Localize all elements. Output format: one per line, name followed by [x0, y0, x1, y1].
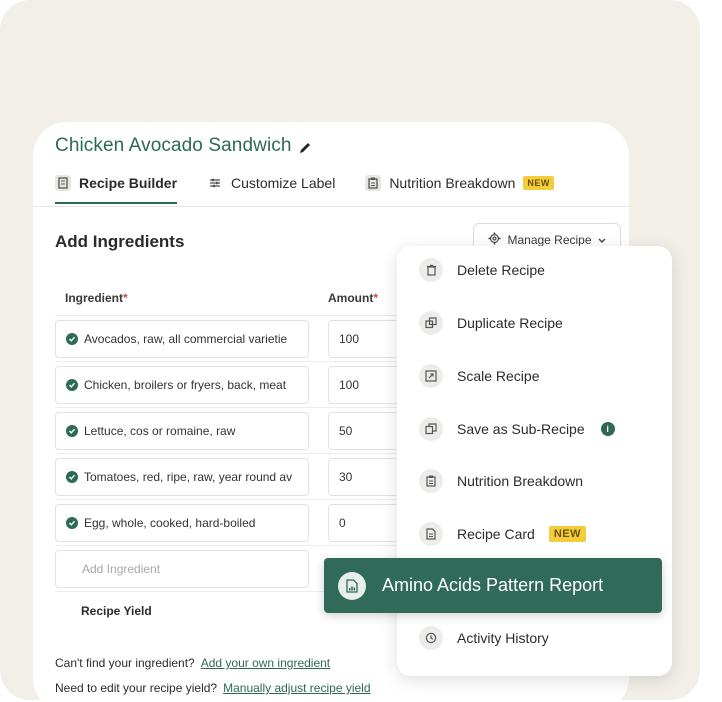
duplicate-icon	[419, 311, 443, 335]
manage-recipe-label: Manage Recipe	[507, 233, 592, 247]
ingredient-column-header: Ingredient*	[65, 291, 128, 305]
ingredient-field[interactable]: Lettuce, cos or romaine, raw	[55, 412, 309, 450]
clipboard-icon	[419, 469, 443, 493]
menu-item-label: Duplicate Recipe	[457, 315, 563, 331]
check-circle-icon	[66, 471, 78, 483]
pencil-icon[interactable]	[298, 139, 312, 153]
tab-bar: Recipe Builder Customize Label Nutrition…	[55, 168, 629, 204]
menu-item-label: Save as Sub-Recipe	[457, 421, 585, 437]
ingredient-name: Egg, whole, cooked, hard-boiled	[84, 516, 256, 530]
recipe-builder-icon	[55, 175, 71, 191]
amount-field[interactable]: 30	[328, 458, 408, 496]
tab-label: Nutrition Breakdown	[389, 175, 516, 191]
check-circle-icon	[66, 517, 78, 529]
amino-acids-report-label: Amino Acids Pattern Report	[382, 575, 604, 595]
ingredient-field[interactable]: Avocados, raw, all commercial varietie	[55, 320, 309, 358]
amount-header-label: Amount	[328, 291, 374, 305]
ingredient-header-label: Ingredient	[65, 291, 124, 305]
menu-item-duplicate-recipe[interactable]: Duplicate Recipe	[419, 309, 563, 337]
menu-item-nutrition-breakdown[interactable]: Nutrition Breakdown	[419, 467, 583, 495]
sliders-icon	[207, 175, 223, 191]
ingredient-name: Avocados, raw, all commercial varietie	[84, 332, 288, 346]
ingredient-name: Lettuce, cos or romaine, raw	[84, 424, 236, 438]
tab-customize-label[interactable]: Customize Label	[207, 168, 335, 198]
tabs-divider	[33, 206, 629, 207]
amount-field[interactable]: 100	[328, 320, 408, 358]
add-own-ingredient-link[interactable]: Add your own ingredient	[201, 656, 330, 670]
scale-icon	[419, 364, 443, 388]
help-find-text: Can't find your ingredient?	[55, 656, 195, 670]
help-find-ingredient: Can't find your ingredient? Add your own …	[55, 656, 330, 670]
ingredient-name: Tomatoes, red, ripe, raw, year round av	[84, 470, 293, 484]
check-circle-icon	[66, 333, 78, 345]
tab-label: Customize Label	[231, 175, 336, 191]
menu-item-scale-recipe[interactable]: Scale Recipe	[419, 362, 540, 390]
check-circle-icon	[66, 425, 78, 437]
recipe-yield-label: Recipe Yield	[81, 604, 152, 618]
menu-item-label: Activity History	[457, 630, 549, 646]
ingredient-field[interactable]: Tomatoes, red, ripe, raw, year round av	[55, 458, 309, 496]
info-icon[interactable]: i	[600, 422, 615, 436]
menu-item-label: Scale Recipe	[457, 368, 540, 384]
recipe-card-icon	[419, 522, 443, 546]
required-mark: *	[373, 291, 378, 305]
amount-column-header: Amount*	[328, 291, 378, 305]
required-mark: *	[123, 291, 128, 305]
history-icon	[419, 626, 443, 650]
add-ingredient-input[interactable]: Add Ingredient	[55, 550, 309, 588]
menu-item-save-as-sub-recipe[interactable]: Save as Sub-Recipe i	[419, 415, 615, 443]
amino-acids-report-button[interactable]: Amino Acids Pattern Report	[324, 558, 662, 613]
recipe-title: Chicken Avocado Sandwich	[55, 135, 312, 157]
report-icon	[338, 571, 366, 600]
copy-icon	[419, 417, 443, 441]
adjust-yield-link[interactable]: Manually adjust recipe yield	[223, 681, 370, 695]
amount-field[interactable]: 50	[328, 412, 408, 450]
amount-field[interactable]: 100	[328, 366, 408, 404]
check-circle-icon	[66, 379, 78, 391]
ingredient-field[interactable]: Chicken, broilers or fryers, back, meat	[55, 366, 309, 404]
help-edit-yield: Need to edit your recipe yield? Manually …	[55, 681, 371, 695]
menu-item-label: Delete Recipe	[457, 262, 545, 278]
section-title: Add Ingredients	[55, 232, 185, 251]
menu-item-label: Nutrition Breakdown	[457, 473, 584, 489]
chevron-down-icon	[598, 233, 606, 247]
menu-item-delete-recipe[interactable]: Delete Recipe	[419, 256, 545, 284]
tab-label: Recipe Builder	[79, 175, 178, 191]
recipe-title-text: Chicken Avocado Sandwich	[55, 135, 292, 156]
menu-item-recipe-card[interactable]: Recipe Card NEW	[419, 520, 586, 548]
new-badge: NEW	[523, 176, 554, 190]
menu-item-activity-history[interactable]: Activity History	[419, 624, 549, 652]
trash-icon	[419, 258, 443, 282]
menu-item-label: Recipe Card	[457, 526, 535, 542]
clipboard-icon	[365, 175, 382, 191]
ingredient-name: Chicken, broilers or fryers, back, meat	[84, 378, 287, 392]
ingredient-field[interactable]: Egg, whole, cooked, hard-boiled	[55, 504, 309, 542]
new-badge: NEW	[548, 526, 586, 542]
help-yield-text: Need to edit your recipe yield?	[55, 681, 218, 695]
tab-recipe-builder[interactable]: Recipe Builder	[55, 168, 178, 204]
tab-nutrition-breakdown[interactable]: Nutrition Breakdown NEW	[365, 168, 554, 198]
amount-field[interactable]: 0	[328, 504, 408, 542]
